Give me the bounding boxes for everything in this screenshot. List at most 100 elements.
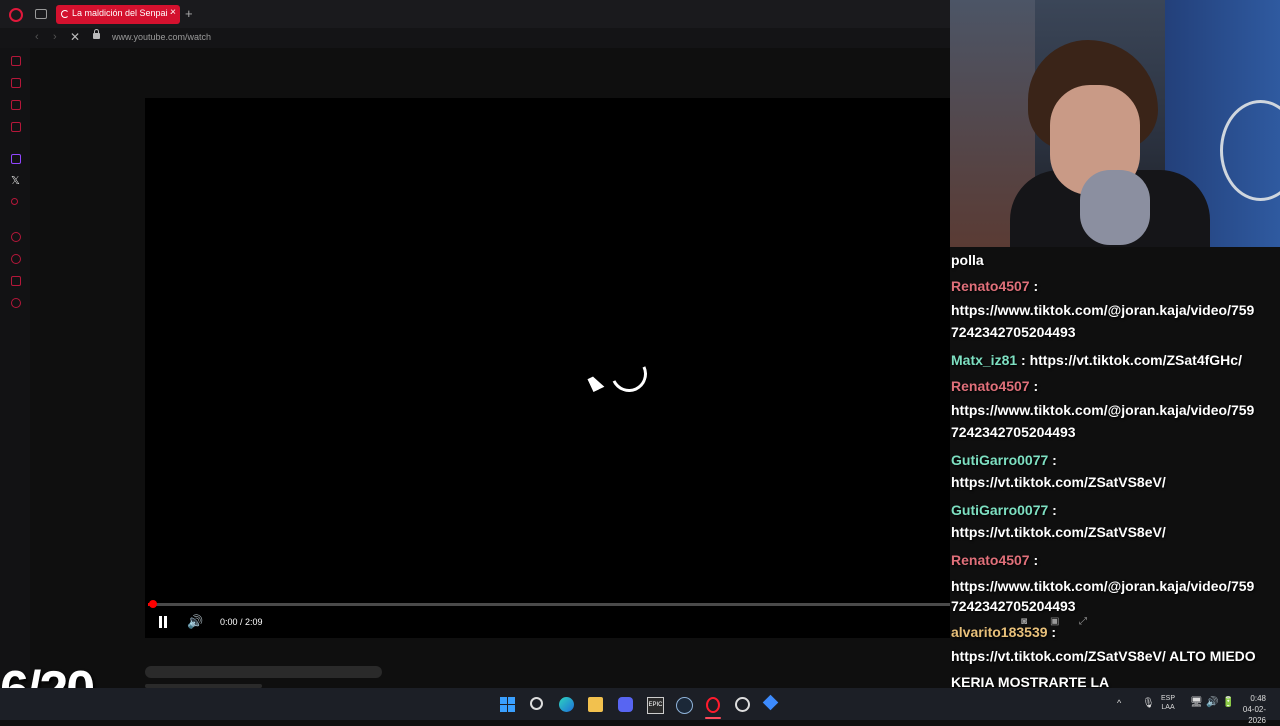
chat-username[interactable]: GutiGarro0077 (951, 502, 1048, 518)
captions-icon[interactable]: ▣ (1050, 616, 1059, 627)
chat-message-line: Renato4507 : (951, 552, 1038, 568)
volume-tray-icon[interactable]: 🔊 (1206, 697, 1218, 708)
chat-message-line: https://vt.tiktok.com/ZSatVS8eV/ (951, 524, 1166, 540)
chat-username[interactable]: Renato4507 (951, 552, 1030, 568)
chat-message-line: https://www.tiktok.com/@joran.kaja/video… (951, 578, 1254, 594)
chat-text: 7242342705204493 (951, 424, 1076, 440)
chat-text: 7242342705204493 (951, 324, 1076, 340)
sidebar-app2-icon[interactable] (11, 198, 18, 205)
sidebar-x-icon[interactable]: 𝕏 (11, 174, 20, 187)
sidebar-shop-icon[interactable] (11, 78, 21, 88)
chat-message-line: alvarito183539 : (951, 624, 1056, 640)
search-icon[interactable] (530, 697, 543, 710)
chat-username[interactable]: Renato4507 (951, 278, 1030, 294)
chat-text: https://www.tiktok.com/@joran.kaja/video… (951, 578, 1255, 594)
sidebar-settings-icon[interactable] (11, 298, 21, 308)
chat-message-line: Renato4507 : (951, 278, 1038, 294)
edge-icon[interactable] (559, 697, 574, 712)
opera-gx-icon[interactable] (706, 697, 720, 713)
microphone-icon[interactable]: 🎙 (1142, 698, 1155, 709)
clock[interactable]: 0:48 04-02-2026 (1236, 693, 1266, 726)
chat-username[interactable]: Matx_iz81 (951, 352, 1017, 368)
app2-icon[interactable] (762, 694, 779, 711)
webcam-overlay (950, 0, 1280, 247)
sidebar-mail-icon[interactable] (11, 100, 21, 110)
chat-text: 7242342705204493 (951, 598, 1076, 614)
language-code: ESP (1161, 695, 1176, 702)
clock-time: 0:48 (1250, 694, 1266, 703)
browser-sidebar: 𝕏 (0, 48, 30, 680)
battery-icon[interactable]: 🔋 (1222, 697, 1234, 708)
sidebar-refresh-icon[interactable] (11, 56, 21, 66)
active-app-indicator (705, 717, 721, 719)
chat-message-line: Renato4507 : (951, 378, 1038, 394)
network-icon[interactable]: 🖥 (1190, 697, 1203, 708)
chat-message-line: Matx_iz81 : https://vt.tiktok.com/ZSat4f… (951, 352, 1242, 368)
chat-username[interactable]: GutiGarro0077 (951, 452, 1048, 468)
address-bar: ‹ › ✕ www.youtube.com/watch (0, 28, 950, 48)
language-indicator[interactable]: ESP LAA (1161, 694, 1175, 712)
browser-tab-bar: La maldición del Senpai - × + (0, 0, 950, 28)
chat-text: https://www.tiktok.com/@joran.kaja/video… (951, 402, 1255, 418)
clock-date: 04-02-2026 (1242, 705, 1266, 725)
webcam-person-hand (1080, 170, 1150, 245)
chat-text: : (1048, 452, 1057, 468)
url-field[interactable]: www.youtube.com/watch (112, 32, 211, 42)
forward-button[interactable]: › (53, 31, 57, 43)
chat-text: polla (951, 252, 984, 268)
chat-text: https://vt.tiktok.com/ZSatVS8eV/ (951, 524, 1166, 540)
discord-icon[interactable] (618, 697, 633, 712)
chat-username[interactable]: alvarito183539 (951, 624, 1048, 640)
tab-manager-icon[interactable] (35, 9, 47, 19)
video-progress-bar[interactable] (148, 600, 950, 608)
chat-text: : (1048, 502, 1057, 518)
lock-icon[interactable] (93, 29, 100, 39)
app-icon[interactable] (735, 697, 750, 712)
chat-text: https://vt.tiktok.com/ZSatVS8eV/ (951, 474, 1166, 490)
keyboard-layout: LAA (1161, 704, 1175, 711)
chat-message-line: polla (951, 252, 984, 268)
tab-title: La maldición del Senpai - (72, 8, 172, 18)
chat-message-line: 7242342705204493 (951, 598, 1076, 614)
video-player[interactable]: 🔊 0:00 / 2:09 (145, 98, 950, 638)
steam-icon[interactable] (676, 697, 693, 714)
scrubber-handle[interactable] (149, 600, 157, 608)
new-tab-button[interactable]: + (185, 6, 193, 21)
chat-message-line: GutiGarro0077 : (951, 452, 1057, 468)
tab-close-button[interactable]: × (170, 7, 176, 18)
chat-message-line: 7242342705204493 (951, 324, 1076, 340)
sidebar-app-icon[interactable] (11, 122, 21, 132)
chat-text: : (1029, 552, 1039, 568)
sidebar-twitch-icon[interactable] (11, 154, 21, 164)
chat-message-line: GutiGarro0077 : (951, 502, 1057, 518)
stream-chat: polla Renato4507 : https://www.tiktok.com/… (945, 248, 1280, 690)
chat-text: https://www.tiktok.com/@joran.kaja/video… (951, 302, 1255, 318)
time-display: 0:00 / 2:09 (220, 617, 263, 627)
browser-tab-active[interactable]: La maldición del Senpai - × (56, 5, 180, 24)
windows-start-icon[interactable] (500, 697, 515, 712)
pause-button[interactable] (158, 616, 168, 628)
chat-message-line: https://vt.tiktok.com/ZSatVS8eV/ ALTO MI… (951, 648, 1256, 664)
camera-icon[interactable]: ◙ (1021, 616, 1027, 627)
back-button[interactable]: ‹ (35, 31, 39, 43)
volume-icon[interactable]: 🔊 (187, 614, 203, 630)
windows-taskbar: EPIC ^ 🎙 ESP LAA 🖥 🔊 🔋 0:48 04-02-2026 (0, 688, 1280, 725)
file-explorer-icon[interactable] (588, 697, 603, 712)
chat-message-line: https://vt.tiktok.com/ZSatVS8eV/ (951, 474, 1166, 490)
chat-username[interactable]: Renato4507 (951, 378, 1030, 394)
chat-text: https://vt.tiktok.com/ZSatVS8eV/ ALTO MI… (951, 648, 1256, 664)
placeholder-bar (145, 666, 382, 678)
tray-overflow-icon[interactable]: ^ (1117, 698, 1121, 708)
opera-logo-icon[interactable] (9, 8, 23, 22)
fullscreen-icon[interactable]: ⤢ (1079, 616, 1087, 627)
sidebar-extensions-icon[interactable] (11, 276, 21, 286)
epic-games-icon[interactable]: EPIC (647, 697, 664, 714)
sidebar-history-icon[interactable] (11, 254, 21, 264)
stop-loading-button[interactable]: ✕ (70, 30, 80, 44)
loading-spinner-icon (605, 350, 653, 398)
sidebar-add-icon[interactable] (11, 232, 21, 242)
chat-text: : (1029, 278, 1039, 294)
chat-text: : (1029, 378, 1039, 394)
chat-message-line: https://www.tiktok.com/@joran.kaja/video… (951, 302, 1254, 318)
chat-text: : https://vt.tiktok.com/ZSat4fGHc/ (1017, 352, 1242, 368)
